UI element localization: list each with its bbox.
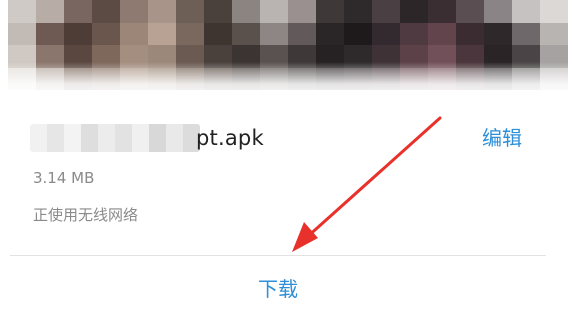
edit-button[interactable]: 编辑 bbox=[482, 124, 522, 152]
file-size: 3.14 MB bbox=[33, 169, 95, 187]
download-label: 下载 bbox=[258, 277, 298, 301]
download-button[interactable]: 下载 bbox=[10, 256, 546, 322]
filename-redaction-mosaic bbox=[30, 124, 200, 152]
network-status: 正使用无线网络 bbox=[33, 206, 139, 224]
preview-fade bbox=[0, 62, 576, 98]
file-info-row: pt.apk 编辑 bbox=[0, 112, 576, 162]
file-name: pt.apk bbox=[196, 126, 264, 150]
download-dialog: pt.apk 编辑 3.14 MB 正使用无线网络 下载 bbox=[0, 0, 576, 322]
preview-image bbox=[0, 0, 576, 98]
